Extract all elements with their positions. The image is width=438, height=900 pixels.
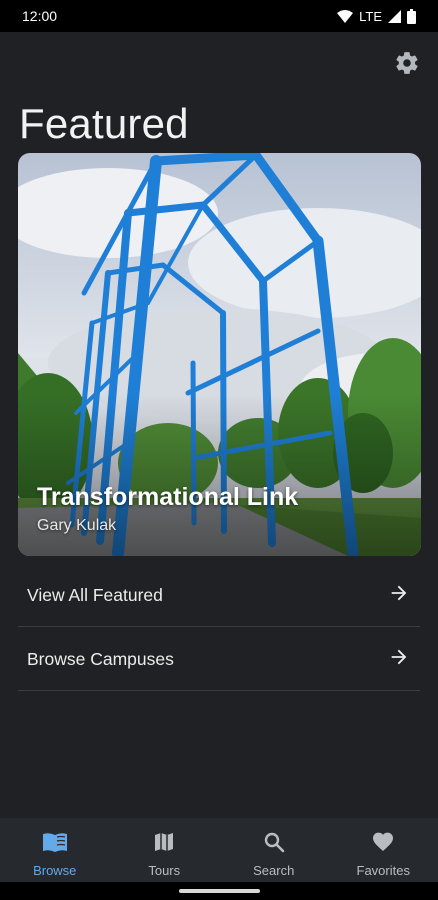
app-screen: Featured Transformational Link Gary Kula…	[0, 32, 438, 818]
view-all-featured-label: View All Featured	[27, 584, 163, 605]
featured-artwork-card[interactable]: Transformational Link Gary Kulak	[18, 153, 421, 556]
search-icon	[262, 830, 286, 859]
system-gesture-bar	[0, 882, 438, 900]
status-icons: LTE	[337, 8, 416, 24]
heart-icon	[371, 830, 395, 859]
page-title: Featured	[19, 100, 189, 147]
featured-artwork-artist: Gary Kulak	[37, 517, 117, 534]
view-all-featured-row[interactable]: View All Featured	[18, 564, 420, 627]
nav-favorites[interactable]: Favorites	[329, 818, 438, 882]
wifi-icon	[337, 9, 354, 23]
nav-tours[interactable]: Tours	[110, 818, 220, 882]
arrow-right-icon	[388, 582, 410, 609]
featured-artwork-title: Transformational Link	[37, 483, 299, 511]
bottom-navigation: Browse Tours Search Favorites	[0, 818, 438, 882]
gear-icon	[394, 52, 420, 80]
book-icon	[41, 830, 69, 859]
network-type: LTE	[359, 8, 382, 24]
browse-campuses-label: Browse Campuses	[27, 648, 174, 669]
home-gesture-handle[interactable]	[179, 889, 260, 893]
arrow-right-icon	[388, 646, 410, 673]
nav-tours-label: Tours	[148, 863, 181, 878]
nav-search[interactable]: Search	[219, 818, 329, 882]
map-icon	[152, 830, 176, 859]
nav-browse[interactable]: Browse	[0, 818, 110, 882]
browse-campuses-row[interactable]: Browse Campuses	[18, 628, 420, 691]
nav-favorites-label: Favorites	[356, 863, 410, 878]
status-bar: 12:00 LTE	[0, 0, 438, 32]
battery-icon	[407, 8, 416, 24]
signal-icon	[388, 9, 401, 23]
nav-search-label: Search	[253, 863, 295, 878]
status-time: 12:00	[22, 8, 58, 24]
settings-button[interactable]	[394, 50, 420, 76]
nav-browse-label: Browse	[33, 863, 77, 878]
